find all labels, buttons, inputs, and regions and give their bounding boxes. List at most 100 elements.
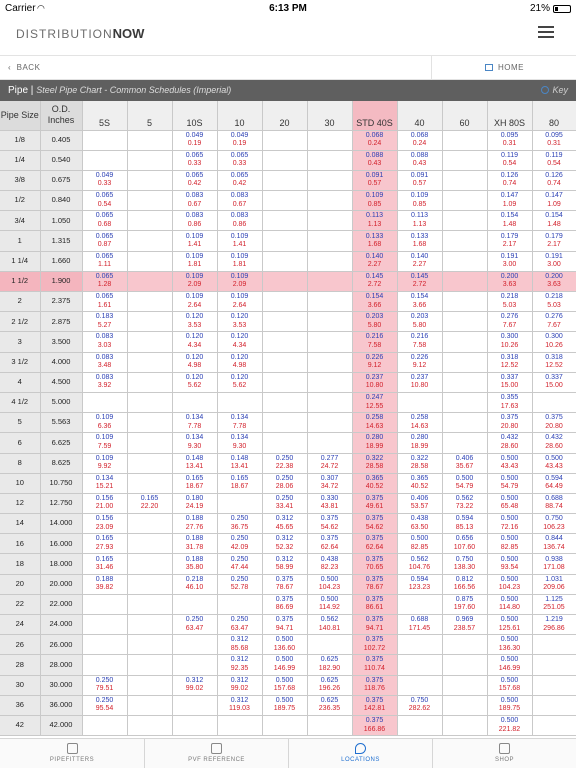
weight-per-foot: 82.23 (320, 564, 339, 572)
table-row[interactable]: 12 12.750 0.156 21.00 0.165 22.20 0.180 24.19 0.… (0, 493, 576, 515)
schedule-cell (127, 412, 173, 434)
table-row[interactable]: 20 20.000 0.188 39.82 0.218 46.10 0.250 52.78 0.… (0, 574, 576, 595)
schedule-cell: 0.109 9.92 (82, 453, 128, 474)
table-row[interactable]: 1 1.315 0.065 0.87 0.109 1.41 0.109 1.41 0.133 1.… (0, 230, 576, 252)
schedule-cell: 1.125 251.05 (532, 594, 576, 616)
table-row[interactable]: 22 22.000 0.375 86.69 0.500 114.92 0.375 86.61 0… (0, 594, 576, 616)
hamburger-menu-icon[interactable] (538, 26, 554, 38)
nav-bar: ‹ BACK HOME (0, 56, 576, 80)
wall-thickness: 0.126 (500, 171, 519, 179)
table-row[interactable]: 36 36.000 0.250 95.54 0.312 119.03 0.500 189.75… (0, 695, 576, 716)
column-header: 40 (397, 101, 443, 131)
weight-per-foot: 1.68 (412, 241, 427, 249)
wall-thickness: 0.250 (185, 616, 204, 624)
weight-per-foot: 43.43 (500, 463, 519, 471)
weight-per-foot: 27.93 (95, 543, 114, 551)
table-row[interactable]: 14 14.000 0.156 23.09 0.188 27.76 0.250 36.75 0.… (0, 513, 576, 535)
schedule-cell (172, 634, 218, 656)
wall-thickness: 0.226 (365, 353, 384, 361)
weight-per-foot: 15.00 (500, 382, 519, 390)
wall-thickness: 0.109 (185, 293, 204, 301)
weight-per-foot: 1.09 (547, 200, 561, 208)
weight-per-foot: 39.82 (95, 584, 114, 592)
table-row[interactable]: 2 1/2 2.875 0.183 5.27 0.120 3.53 0.120 3.53 0.2… (0, 311, 576, 333)
schedule-cell: 0.065 0.87 (82, 230, 128, 252)
wall-thickness: 0.134 (230, 434, 249, 442)
wall-thickness: 0.109 (95, 454, 114, 462)
wall-thickness: 0.250 (95, 676, 114, 684)
table-row[interactable]: 4 4.500 0.083 3.92 0.120 5.62 0.120 5.62 0.237 10… (0, 372, 576, 393)
schedule-cell: 0.280 18.99 (397, 432, 443, 454)
table-row[interactable]: 2 2.375 0.065 1.61 0.109 2.64 0.109 2.64 0.154 3.… (0, 291, 576, 313)
wall-thickness: 0.120 (185, 373, 204, 381)
table-row[interactable]: 10 10.750 0.134 15.21 0.165 18.67 0.165 18.67 0.… (0, 473, 576, 494)
table-row[interactable]: 8 8.625 0.109 9.92 0.148 13.41 0.148 13.41 0.250… (0, 453, 576, 474)
table-row[interactable]: 16 16.000 0.165 27.93 0.188 31.78 0.250 42.09 0.… (0, 533, 576, 555)
weight-per-foot: 12.52 (500, 362, 519, 370)
table-row[interactable]: 18 18.000 0.165 31.46 0.188 35.80 0.250 47.44 0.… (0, 553, 576, 575)
schedule-cell: 0.188 35.80 (172, 553, 218, 575)
table-row[interactable]: 1/8 0.405 0.049 0.19 0.049 0.19 0.068 0.24 0.068… (0, 130, 576, 151)
wall-thickness: 0.276 (500, 313, 519, 321)
weight-per-foot: 118.76 (364, 685, 385, 693)
schedule-cell: 0.120 5.62 (217, 372, 263, 393)
schedule-cell (127, 634, 173, 656)
table-row[interactable]: 24 24.000 0.250 63.47 0.250 63.47 0.375 94.71 0.… (0, 614, 576, 636)
wall-thickness: 0.113 (366, 212, 383, 220)
table-row[interactable]: 1/2 0.840 0.065 0.54 0.083 0.67 0.083 0.67 0.109… (0, 190, 576, 212)
wall-thickness: 0.148 (230, 454, 249, 462)
wall-thickness: 0.109 (230, 272, 249, 280)
schedule-cell: 0.119 0.54 (487, 150, 533, 171)
back-button[interactable]: ‹ BACK (8, 63, 40, 72)
wall-thickness: 0.068 (365, 131, 384, 139)
pipe-chart-table-container[interactable]: Pipe Size O.D. Inches 5S 5 10S 10 20 30 STD 40S 4… (0, 101, 576, 737)
schedule-cell: 0.120 5.62 (172, 372, 218, 393)
table-row[interactable]: 3/8 0.675 0.049 0.33 0.065 0.42 0.065 0.42 0.091… (0, 170, 576, 192)
tab-pvf-reference[interactable]: PVF REFERENCE (145, 739, 288, 768)
weight-per-foot: 157.68 (273, 685, 296, 693)
schedule-cell: 0.049 0.19 (172, 130, 218, 151)
weight-per-foot: 0.74 (502, 180, 517, 188)
schedule-cell (442, 311, 488, 333)
table-row[interactable]: 26 26.000 0.312 85.68 0.500 136.60 0.375 102.72… (0, 634, 576, 656)
table-row[interactable]: 1/4 0.540 0.065 0.33 0.065 0.33 0.088 0.43 0.088… (0, 150, 576, 171)
wall-thickness: 0.119 (501, 151, 518, 159)
column-header: 80 (532, 101, 576, 131)
schedule-cell (127, 230, 173, 252)
table-row[interactable]: 5 5.563 0.109 6.36 0.134 7.78 0.134 7.78 0.258 14… (0, 412, 576, 434)
wall-thickness: 1.219 (545, 616, 563, 624)
schedule-cell: 0.250 22.38 (262, 453, 308, 474)
weight-per-foot: 52.78 (230, 584, 249, 592)
pipe-size-cell: 3/8 (0, 170, 41, 192)
table-row[interactable]: 3 3.500 0.083 3.03 0.120 4.34 0.120 4.34 0.216 7.… (0, 331, 576, 353)
table-row[interactable]: 1 1/2 1.900 0.065 1.28 0.109 2.09 0.109 2.09 0.1… (0, 271, 576, 293)
tab-pipefitters[interactable]: PIPEFITTERS (0, 739, 144, 768)
home-button[interactable]: HOME (485, 63, 524, 72)
schedule-cell: 0.203 5.80 (397, 311, 443, 333)
od-cell: 24.000 (40, 614, 83, 636)
table-row[interactable]: 4 1/2 5.000 0.247 12.55 0.355 17.63 (0, 392, 576, 414)
tab-locations[interactable]: LOCATIONS (289, 739, 432, 768)
table-row[interactable]: 30 30.000 0.250 79.51 0.312 99.02 0.312 99.02 0.… (0, 675, 576, 696)
table-row[interactable]: 42 42.000 0.375 166.86 0.500 221.82 (0, 715, 576, 737)
key-button[interactable]: Key (541, 85, 568, 95)
weight-per-foot: 238.57 (453, 624, 476, 632)
schedule-cell (127, 594, 173, 616)
schedule-cell: 0.875 197.60 (442, 594, 488, 616)
table-row[interactable]: 3/4 1.050 0.065 0.68 0.083 0.86 0.083 0.86 0.113… (0, 210, 576, 232)
weight-per-foot: 28.06 (275, 483, 294, 491)
column-header: 30 (307, 101, 353, 131)
schedule-cell: 0.145 2.72 (352, 271, 398, 293)
tab-shop[interactable]: SHOP (433, 739, 576, 768)
od-cell: 16.000 (40, 533, 83, 555)
pipe-size-cell: 1 1/4 (0, 251, 41, 272)
table-row[interactable]: 6 6.625 0.109 7.59 0.134 9.30 0.134 9.30 0.280 18… (0, 432, 576, 454)
table-row[interactable]: 3 1/2 4.000 0.083 3.48 0.120 4.98 0.120 4.98 0.2… (0, 352, 576, 373)
schedule-cell: 0.500 146.99 (487, 654, 533, 676)
wall-thickness: 0.109 (185, 232, 204, 240)
weight-per-foot: 40.52 (410, 483, 429, 491)
column-header: 10S (172, 101, 218, 131)
table-row[interactable]: 1 1/4 1.660 0.065 1.11 0.109 1.81 0.109 1.81 0.1… (0, 251, 576, 272)
wall-thickness: 0.095 (500, 131, 519, 139)
table-row[interactable]: 28 28.000 0.312 92.35 0.500 146.99 0.625 182.90… (0, 654, 576, 676)
